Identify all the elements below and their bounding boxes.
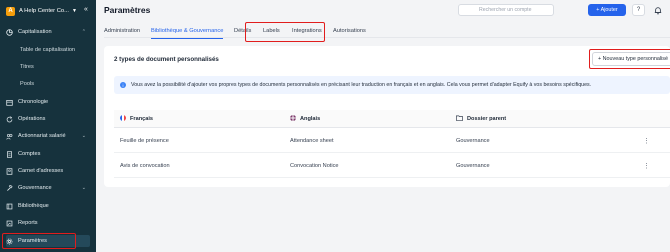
highlight-outline: [2, 233, 76, 249]
organization-switcher[interactable]: A A Help Center Co... ▼: [6, 5, 92, 17]
sidebar-item-label: Chronologie: [18, 99, 49, 105]
highlight-outline: [589, 49, 670, 69]
sidebar-item-operations[interactable]: Opérations: [6, 113, 90, 125]
main-content: Paramètres Rechercher un compte + Ajoute…: [96, 0, 670, 252]
bell-icon[interactable]: [652, 4, 664, 16]
tab-administration[interactable]: Administration: [104, 24, 140, 38]
info-banner: i Vous avez la possibilité d'ajouter vos…: [114, 76, 670, 94]
sidebar-item-gouvernance[interactable]: Gouvernance ⌄: [6, 182, 90, 194]
org-logo: A: [6, 6, 15, 16]
column-header-francais: Français: [120, 110, 153, 128]
pie-chart-icon: [6, 28, 13, 36]
people-icon: [6, 133, 13, 140]
add-button[interactable]: + Ajouter: [588, 4, 626, 16]
sidebar-item-label: Capitalisation: [18, 29, 52, 35]
library-icon: [6, 203, 13, 210]
cell-dossier-parent: Gouvernance: [456, 137, 490, 144]
column-header-dossier-parent: Dossier parent: [456, 110, 506, 128]
sidebar-item-chronologie[interactable]: Chronologie: [6, 96, 90, 108]
sidebar-item-label: Comptes: [18, 151, 41, 157]
chevron-down-icon: ⌄: [81, 133, 86, 139]
collapse-sidebar-icon[interactable]: «: [84, 6, 88, 13]
sidebar-item-label: Gouvernance: [18, 185, 52, 191]
sidebar-item-pools[interactable]: Pools: [20, 78, 34, 90]
more-options-icon[interactable]: ⋮: [643, 153, 650, 178]
custom-document-types-card: 2 types de document personnalisés + Nouv…: [104, 46, 670, 187]
sidebar-item-comptes[interactable]: Comptes: [6, 148, 90, 160]
sidebar-item-bibliotheque[interactable]: Bibliothèque: [6, 200, 90, 212]
document-icon: [6, 150, 13, 158]
sidebar-item-titres[interactable]: Titres: [20, 61, 34, 73]
sidebar-item-label: Opérations: [18, 116, 46, 122]
sidebar-item-table-de-capitalisation[interactable]: Table de capitalisation: [20, 44, 75, 56]
column-header-anglais: Anglais: [290, 110, 320, 128]
sidebar-item-reports[interactable]: Reports: [6, 217, 90, 229]
refresh-icon: [6, 115, 13, 123]
french-flag-icon: [120, 115, 126, 123]
cell-francais: Avis de convocation: [120, 162, 170, 169]
caret-down-icon: ▼: [72, 8, 77, 14]
chevron-up-icon: ⌃: [81, 29, 86, 35]
more-options-icon[interactable]: ⋮: [643, 128, 650, 153]
chevron-down-icon: ⌄: [81, 185, 86, 191]
page-title: Paramètres: [104, 5, 151, 15]
address-book-icon: [6, 167, 13, 175]
table-header: Français Anglais Dossier parent: [114, 110, 670, 128]
org-name: A Help Center Co...: [19, 8, 69, 14]
english-flag-icon: [290, 115, 296, 123]
info-text: Vous avez la possibilité d'ajouter vos p…: [131, 82, 592, 88]
sidebar-item-carnet-d-adresses[interactable]: Carnet d'adresses: [6, 165, 90, 177]
folder-icon: [456, 115, 463, 123]
cell-francais: Feuille de présence: [120, 137, 169, 144]
sidebar-item-label: Actionnariat salarié: [18, 133, 66, 139]
document-types-table: Français Anglais Dossier parent Feuille …: [114, 110, 670, 178]
info-icon: i: [120, 82, 126, 88]
sidebar-item-capitalisation[interactable]: Capitalisation ⌃: [6, 26, 90, 38]
search-input[interactable]: Rechercher un compte: [458, 4, 554, 16]
sidebar-item-actionnariat-salarie[interactable]: Actionnariat salarié ⌄: [6, 130, 90, 142]
card-title: 2 types de document personnalisés: [114, 56, 219, 63]
sidebar-item-label: Bibliothèque: [18, 203, 49, 209]
table-row[interactable]: Feuille de présence Attendance sheet Gou…: [114, 128, 670, 153]
cell-dossier-parent: Gouvernance: [456, 162, 490, 169]
settings-tabs: Administration Bibliothèque & Gouvernanc…: [104, 24, 670, 39]
cell-anglais: Attendance sheet: [290, 137, 334, 144]
calendar-icon: [6, 99, 13, 106]
report-icon: [6, 220, 13, 227]
sidebar: A A Help Center Co... ▼ « Capitalisation…: [0, 0, 96, 252]
gavel-icon: [6, 184, 13, 192]
sidebar-item-label: Carnet d'adresses: [18, 168, 64, 174]
help-button[interactable]: ?: [632, 4, 645, 16]
table-row[interactable]: Avis de convocation Convocation Notice G…: [114, 153, 670, 178]
tab-autorisations[interactable]: Autorisations: [333, 24, 366, 38]
cell-anglais: Convocation Notice: [290, 162, 339, 169]
sidebar-item-label: Reports: [18, 220, 38, 226]
tab-bibliotheque-gouvernance[interactable]: Bibliothèque & Gouvernance: [151, 24, 224, 39]
highlight-outline: [245, 22, 325, 42]
